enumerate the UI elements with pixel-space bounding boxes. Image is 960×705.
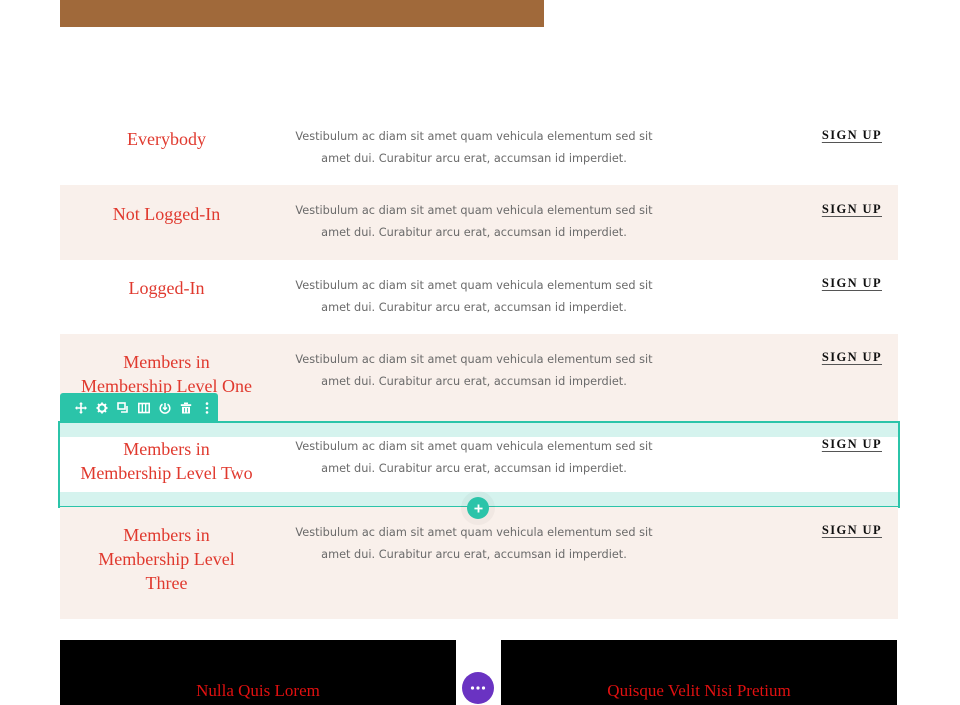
title-line: Members in: [123, 352, 210, 372]
title-line: Membership Level: [98, 549, 235, 569]
sign-up-link[interactable]: SIGN UP: [822, 128, 882, 143]
sign-up-link[interactable]: SIGN UP: [822, 523, 882, 538]
dark-block-left: Nulla Quis Lorem: [60, 640, 456, 705]
desc-line: Vestibulum ac diam sit amet quam vehicul…: [295, 130, 653, 143]
row-description: Vestibulum ac diam sit amet quam vehicul…: [288, 522, 660, 566]
title-line: Members in: [123, 525, 210, 545]
sign-up-link[interactable]: SIGN UP: [822, 350, 882, 365]
row-description: Vestibulum ac diam sit amet quam vehicul…: [288, 126, 660, 170]
builder-more-button[interactable]: [462, 672, 494, 704]
save-icon[interactable]: [155, 397, 176, 419]
desc-line: amet dui. Curabitur arcu erat, accumsan …: [321, 462, 627, 475]
row-title: Logged-In: [128, 278, 205, 298]
delete-icon[interactable]: [176, 397, 197, 419]
row-description: Vestibulum ac diam sit amet quam vehicul…: [288, 200, 660, 244]
desc-line: amet dui. Curabitur arcu erat, accumsan …: [321, 226, 627, 239]
title-line: Members in: [123, 439, 210, 459]
desc-line: amet dui. Curabitur arcu erat, accumsan …: [321, 375, 627, 388]
desc-line: amet dui. Curabitur arcu erat, accumsan …: [321, 301, 627, 314]
desc-line: Vestibulum ac diam sit amet quam vehicul…: [295, 353, 653, 366]
title-line: Three: [145, 573, 188, 593]
sign-up-link[interactable]: SIGN UP: [822, 202, 882, 217]
sign-up-link[interactable]: SIGN UP: [822, 276, 882, 291]
table-row: Members in Membership Level Three Vestib…: [60, 507, 898, 619]
table-row-selected[interactable]: Members in Membership Level Two Vestibul…: [58, 421, 900, 508]
columns-icon[interactable]: [133, 397, 154, 419]
row-toolbar: [60, 393, 218, 422]
row-title: Members in Membership Level One: [60, 350, 273, 398]
move-icon[interactable]: [70, 397, 91, 419]
row-padding-top: [60, 423, 898, 437]
desc-line: Vestibulum ac diam sit amet quam vehicul…: [295, 204, 653, 217]
desc-line: Vestibulum ac diam sit amet quam vehicul…: [295, 440, 653, 453]
row-description: Vestibulum ac diam sit amet quam vehicul…: [288, 436, 660, 480]
add-row-button[interactable]: [467, 497, 489, 519]
more-vertical-icon[interactable]: [197, 397, 218, 419]
table-row: Logged-In Vestibulum ac diam sit amet qu…: [60, 260, 898, 334]
row-description: Vestibulum ac diam sit amet quam vehicul…: [288, 275, 660, 319]
top-image-block: [60, 0, 544, 27]
duplicate-icon[interactable]: [112, 397, 133, 419]
row-description: Vestibulum ac diam sit amet quam vehicul…: [288, 349, 660, 393]
desc-line: Vestibulum ac diam sit amet quam vehicul…: [295, 279, 653, 292]
row-title: Everybody: [127, 129, 206, 149]
row-title: Not Logged-In: [112, 204, 221, 224]
more-horizontal-icon: [470, 686, 486, 690]
desc-line: Vestibulum ac diam sit amet quam vehicul…: [295, 526, 653, 539]
settings-icon[interactable]: [91, 397, 112, 419]
block-title: Nulla Quis Lorem: [196, 681, 320, 700]
row-title: Members in Membership Level Three: [60, 523, 273, 595]
table-row: Everybody Vestibulum ac diam sit amet qu…: [60, 110, 898, 185]
desc-line: amet dui. Curabitur arcu erat, accumsan …: [321, 152, 627, 165]
dark-block-right: Quisque Velit Nisi Pretium: [501, 640, 897, 705]
title-line: Membership Level Two: [80, 463, 253, 483]
desc-line: amet dui. Curabitur arcu erat, accumsan …: [321, 548, 627, 561]
table-row: Not Logged-In Vestibulum ac diam sit ame…: [60, 185, 898, 260]
plus-icon: [473, 503, 483, 513]
block-title: Quisque Velit Nisi Pretium: [607, 681, 791, 700]
row-title: Members in Membership Level Two: [60, 437, 273, 485]
sign-up-link[interactable]: SIGN UP: [822, 437, 882, 452]
